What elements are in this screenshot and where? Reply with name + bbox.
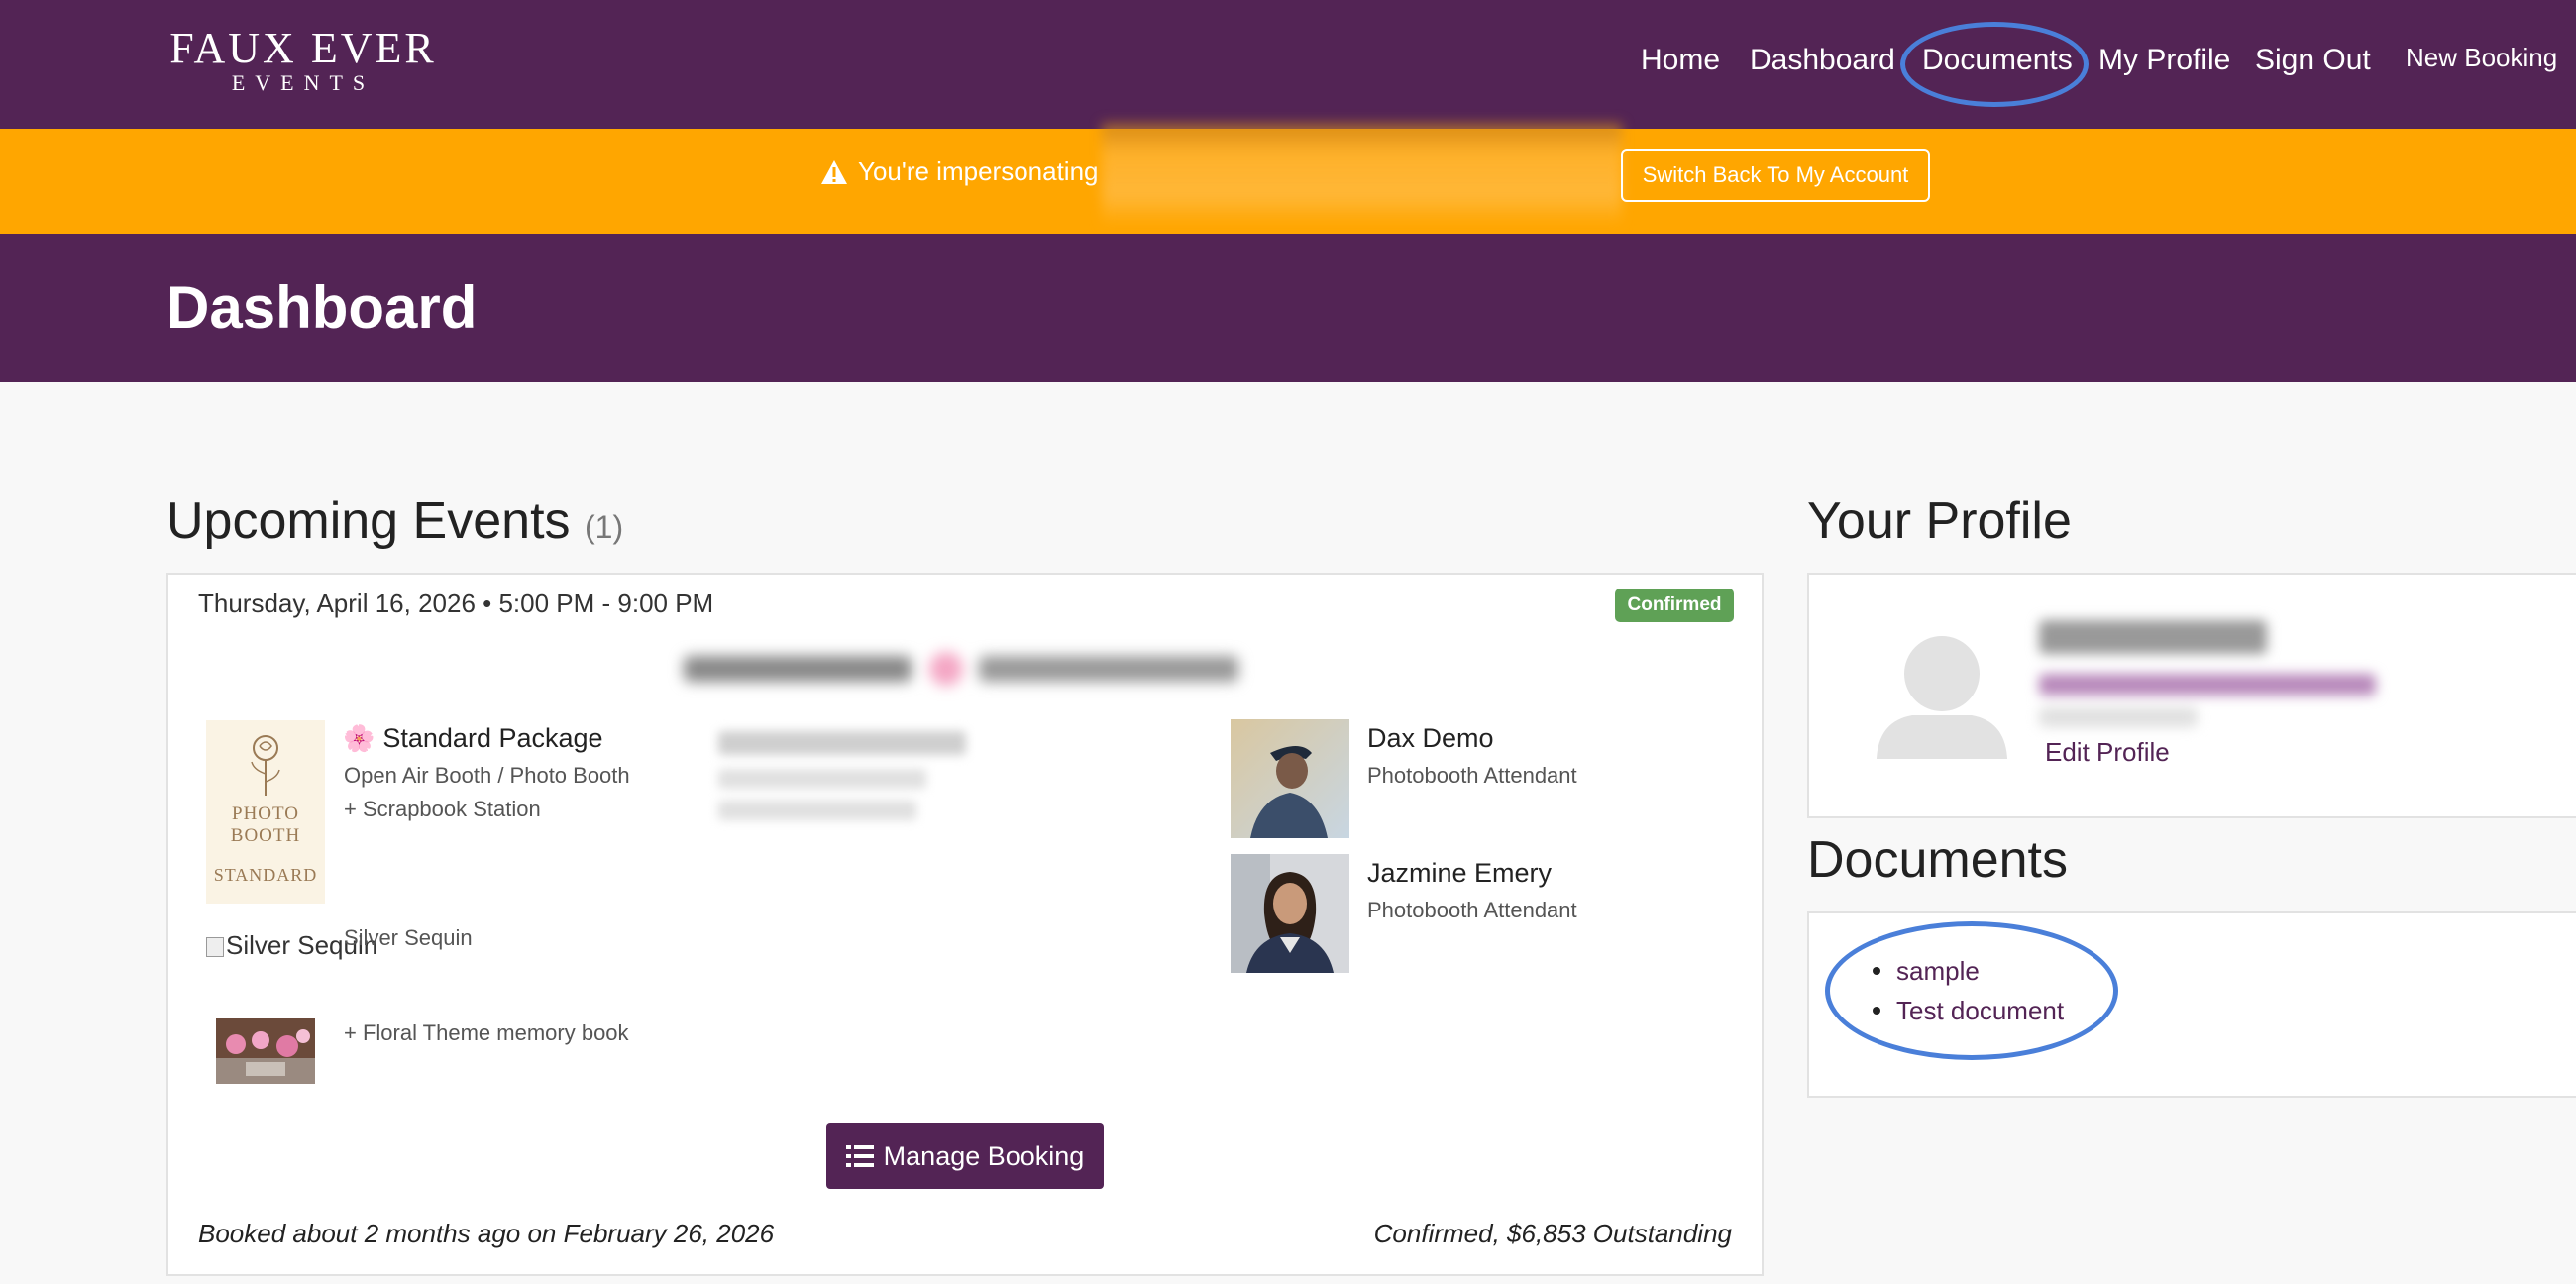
nav-sign-out[interactable]: Sign Out	[2255, 44, 2371, 77]
memory-book-image	[216, 1018, 315, 1084]
staff-name-1: Dax Demo	[1367, 723, 1494, 753]
staff-role-2: Photobooth Attendant	[1367, 898, 1577, 922]
manage-booking-button[interactable]: Manage Booking	[826, 1124, 1104, 1189]
nav-home[interactable]: Home	[1641, 44, 1720, 77]
logo-line2: EVENTS	[231, 70, 376, 95]
brand-logo[interactable]: FAUX EVER EVENTS	[166, 26, 440, 95]
switch-back-button[interactable]: Switch Back To My Account	[1621, 149, 1930, 202]
manage-booking-label: Manage Booking	[883, 1140, 1085, 1171]
flower-icon: 🌸	[343, 723, 376, 753]
upcoming-events-count: (1)	[584, 509, 624, 545]
nav-dashboard[interactable]: Dashboard	[1750, 44, 1895, 77]
package-image-line3: STANDARD	[213, 865, 318, 885]
avatar-icon	[1877, 636, 2007, 759]
staff-photo-jazmine	[1231, 854, 1349, 973]
package-name: 🌸 Standard Package	[343, 723, 603, 754]
redacted-user-name	[1102, 123, 1622, 226]
person-photo	[1231, 854, 1349, 973]
your-profile-heading: Your Profile	[1807, 492, 2072, 550]
redacted-event-title	[684, 646, 1238, 692]
staff-name-2: Jazmine Emery	[1367, 858, 1553, 888]
annotation-circle-documents-list	[1825, 921, 2118, 1060]
balance-text: Confirmed, $6,853 Outstanding	[1373, 1219, 1732, 1248]
memory-book-label: + Floral Theme memory book	[344, 1020, 629, 1045]
edit-profile-link[interactable]: Edit Profile	[2045, 737, 2170, 768]
package-image-line1: PHOTO	[232, 803, 299, 824]
memory-book-photo	[216, 1018, 315, 1084]
package-detail-2: + Scrapbook Station	[344, 797, 541, 821]
nav-new-booking[interactable]: New Booking	[2406, 43, 2557, 73]
addon-label: Silver Sequin	[344, 925, 473, 950]
nav-my-profile[interactable]: My Profile	[2098, 44, 2230, 77]
package-image-text: PHOTO BOOTH	[206, 803, 325, 847]
staff-role-1: Photobooth Attendant	[1367, 763, 1577, 788]
logo-line1: FAUX EVER	[169, 24, 437, 72]
impersonation-message: You're impersonating	[820, 157, 1099, 187]
person-photo	[1231, 719, 1349, 838]
redacted-profile-info	[2039, 610, 2386, 739]
staff-photo-dax	[1231, 719, 1349, 838]
package-detail-1: Open Air Booth / Photo Booth	[344, 763, 630, 788]
package-name-text: Standard Package	[382, 723, 603, 753]
redacted-venue-address	[718, 723, 976, 822]
package-image-line2: BOOTH	[230, 825, 301, 846]
impersonation-text: You're impersonating	[858, 157, 1099, 186]
page-title: Dashboard	[166, 274, 478, 341]
rose-icon	[251, 735, 280, 796]
documents-heading: Documents	[1807, 831, 2068, 889]
status-badge: Confirmed	[1615, 588, 1734, 622]
list-icon	[845, 1145, 874, 1167]
booked-date-text: Booked about 2 months ago on February 26…	[198, 1219, 775, 1248]
event-date: Thursday, April 16, 2026 • 5:00 PM - 9:0…	[198, 588, 714, 618]
broken-image-icon	[206, 937, 224, 958]
package-image: PHOTO BOOTH STANDARD	[206, 720, 325, 904]
warning-icon	[821, 160, 847, 184]
upcoming-events-heading: Upcoming Events (1)	[166, 491, 623, 551]
annotation-circle-documents-nav	[1900, 22, 2089, 107]
upcoming-events-title: Upcoming Events	[166, 492, 571, 550]
